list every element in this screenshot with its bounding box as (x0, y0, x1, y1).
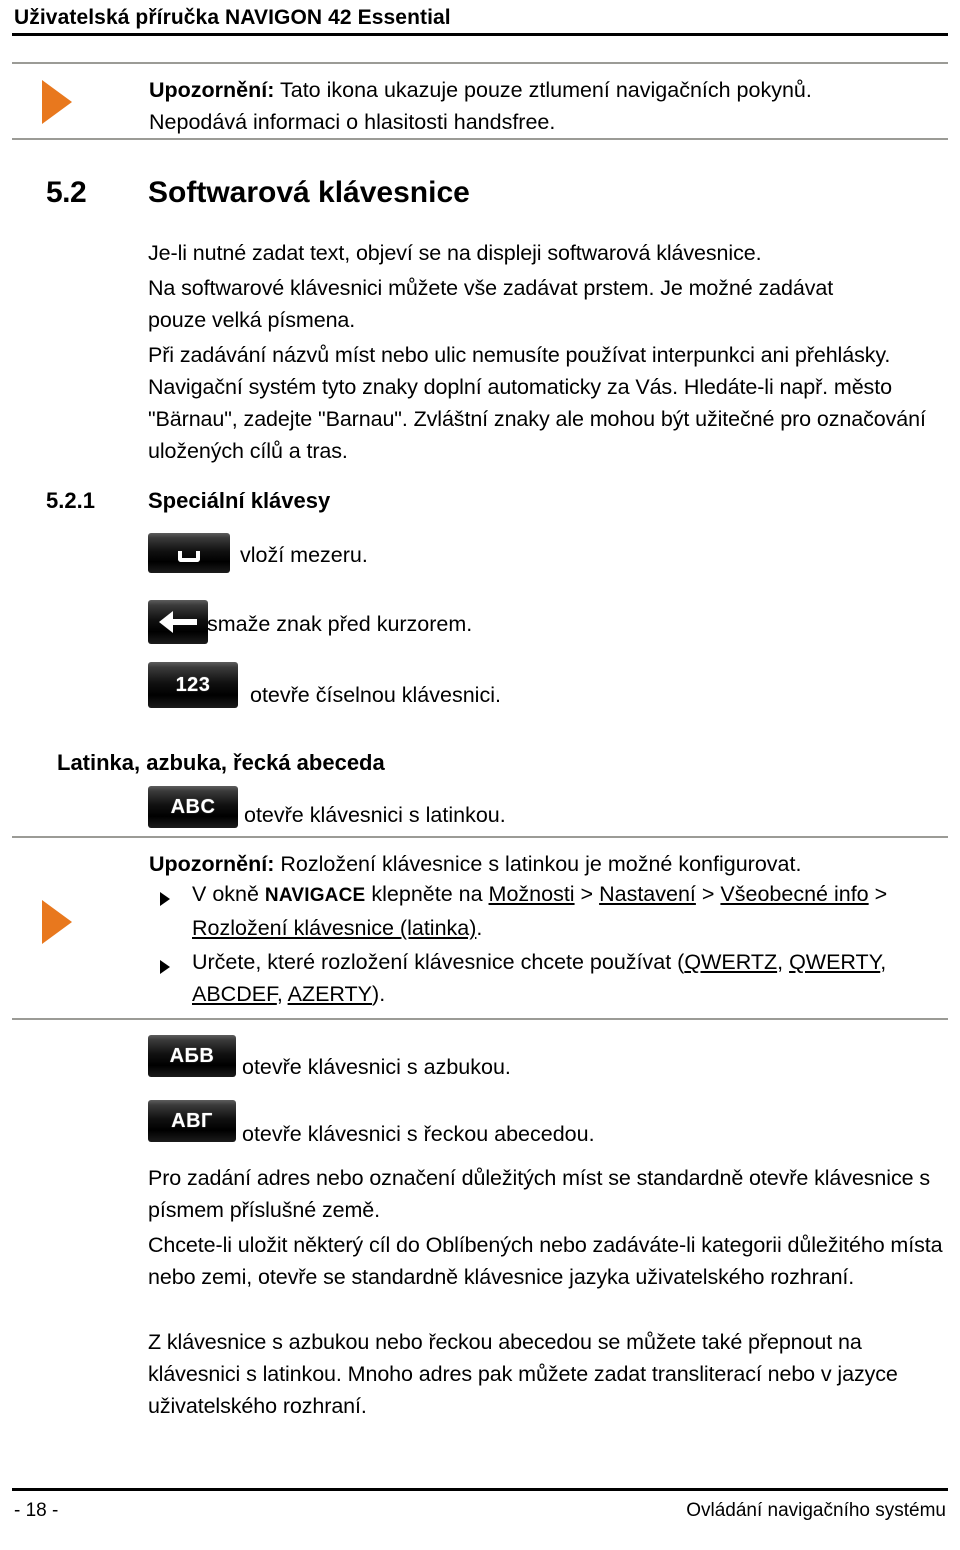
space-key-icon[interactable] (148, 533, 230, 573)
greek-key-icon[interactable]: АВГ (148, 1100, 236, 1142)
bullet2-part-2: , (777, 950, 790, 974)
space-bar-glyph (178, 550, 200, 562)
note-text-keyboard-layout: Upozornění: Rozložení klávesnice s latin… (149, 848, 949, 880)
greek-key-caption: otevře klávesnici s řeckou abecedou. (242, 1122, 595, 1146)
alphabets-paragraph-1: Pro zadání adres nebo označení důležitýc… (148, 1166, 930, 1222)
bullet2-part-6: , (276, 982, 288, 1006)
note-label: Upozornění: (149, 852, 275, 876)
cyrillic-key-label: АБВ (169, 1045, 215, 1067)
bullet1-link-nastaveni[interactable]: Nastavení (599, 882, 696, 906)
orange-triangle-marker (42, 900, 72, 944)
bullet2-link-azerty[interactable]: AZERTY (288, 982, 372, 1006)
running-header-title: Uživatelská příručka NAVIGON 42 Essentia… (14, 6, 451, 29)
cyrillic-key-icon[interactable]: АБВ (148, 1035, 236, 1077)
note-text-mute: Upozornění: Tato ikona ukazuje pouze ztl… (149, 74, 939, 138)
numeric-key-caption: otevře číselnou klávesnici. (250, 683, 501, 707)
bullet1-link-moznosti[interactable]: Možnosti (489, 882, 575, 906)
header-divider-rule (12, 33, 948, 36)
note-label: Upozornění: (149, 78, 275, 102)
alphabets-paragraph-3: Z klávesnice s azbukou nebo řeckou abece… (148, 1330, 898, 1418)
subsection-number: 5.2.1 (46, 488, 95, 513)
back-arrow-glyph (159, 611, 197, 633)
subsection-title: Speciální klávesy (148, 488, 331, 513)
bullet1-part-10: . (476, 916, 483, 940)
latin-key-caption: otevře klávesnici s latinkou. (244, 803, 506, 827)
alphabets-heading: Latinka, azbuka, řecká abeceda (57, 750, 385, 775)
bullet-triangle-icon (160, 892, 170, 906)
backspace-key-icon[interactable] (148, 600, 208, 644)
footer-divider-rule (12, 1488, 948, 1491)
bullet1-part-0: V okně (192, 882, 265, 906)
bullet1-part-8: > (868, 882, 888, 906)
bullet1-link-vseobecne-info[interactable]: Všeobecné info (720, 882, 868, 906)
bullet2-part-8: ). (372, 982, 386, 1006)
bullet2-link-qwertz[interactable]: QWERTZ (684, 950, 777, 974)
document-page: Uživatelská příručka NAVIGON 42 Essentia… (0, 0, 960, 1550)
note-line-1: Tato ikona ukazuje pouze ztlumení naviga… (274, 78, 812, 102)
footer-page-number: - 18 - (14, 1500, 59, 1521)
bullet1-part-1: NAVIGACE (264, 885, 366, 906)
cyrillic-key-caption: otevře klávesnici s azbukou. (242, 1055, 511, 1079)
latin-key-label: ABC (170, 796, 216, 818)
note-bullet-1: V okně NAVIGACE klepněte na Možnosti > N… (192, 878, 949, 944)
note-box-mute-icon: Upozornění: Tato ikona ukazuje pouze ztl… (12, 62, 948, 140)
numeric-key-label: 123 (175, 674, 211, 696)
numeric-key-icon[interactable]: 123 (148, 662, 238, 708)
section-paragraph-1: Je-li nutné zadat text, objeví se na dis… (148, 241, 762, 265)
bullet1-part-4: > (574, 882, 600, 906)
section-paragraph-2: Na softwarové klávesnici můžete vše zadá… (148, 276, 834, 332)
note-line-2: Nepodává informaci o hlasitosti handsfre… (149, 110, 556, 134)
latin-key-icon[interactable]: ABC (148, 786, 238, 828)
bullet-triangle-icon (160, 960, 170, 974)
note-body: Rozložení klávesnice s latinkou je možné… (274, 852, 802, 876)
footer-chapter-title: Ovládání navigačního systému (686, 1500, 946, 1521)
bullet1-part-6: > (695, 882, 721, 906)
bullet2-link-qwerty[interactable]: QWERTY (789, 950, 880, 974)
bullet2-link-abcdef[interactable]: ABCDEF (192, 982, 277, 1006)
space-key-caption: vloží mezeru. (240, 543, 368, 567)
section-number: 5.2 (46, 176, 87, 209)
section-title: Softwarová klávesnice (148, 176, 470, 209)
note-bullet-2: Určete, které rozložení klávesnice chcet… (192, 946, 949, 1010)
backspace-key-caption: smaže znak před kurzorem. (207, 612, 473, 636)
bullet2-part-0: Určete, které rozložení klávesnice chcet… (192, 950, 685, 974)
orange-triangle-marker (42, 80, 72, 124)
alphabets-paragraph-2: Chcete-li uložit některý cíl do Oblíbený… (148, 1233, 943, 1289)
greek-key-label: АВГ (171, 1110, 213, 1132)
bullet2-part-4: , (880, 950, 887, 974)
bullet1-link-rozlozeni[interactable]: Rozložení klávesnice (latinka) (192, 916, 476, 940)
note-box-keyboard-layout: Upozornění: Rozložení klávesnice s latin… (12, 836, 948, 1020)
section-paragraph-3: Při zadávání názvů míst nebo ulic nemusí… (148, 343, 926, 463)
bullet1-part-2: klepněte na (365, 882, 489, 906)
